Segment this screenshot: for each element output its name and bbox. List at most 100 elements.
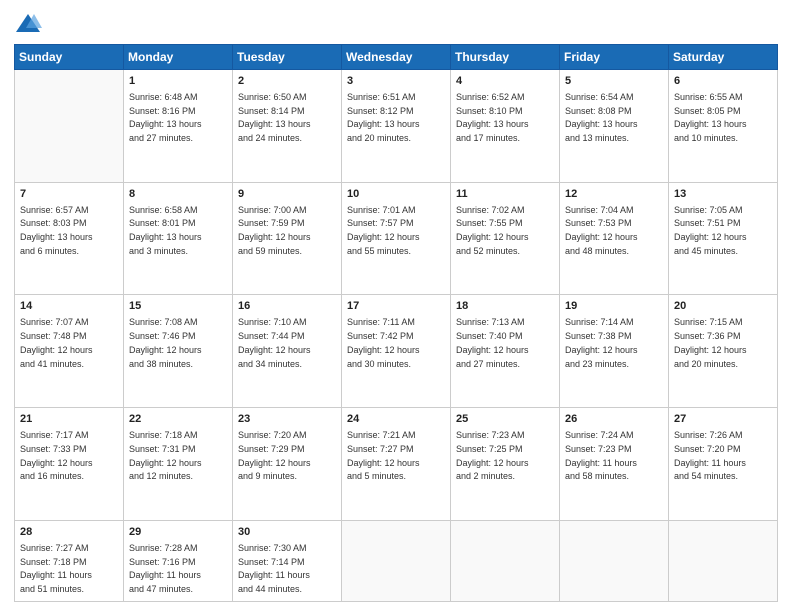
day-info: Sunrise: 7:18 AM Sunset: 7:31 PM Dayligh… [129,430,202,481]
day-info: Sunrise: 7:02 AM Sunset: 7:55 PM Dayligh… [456,205,529,256]
day-info: Sunrise: 6:51 AM Sunset: 8:12 PM Dayligh… [347,92,420,143]
week-row-1: 7Sunrise: 6:57 AM Sunset: 8:03 PM Daylig… [15,182,778,295]
day-number: 9 [238,187,336,202]
calendar-cell: 2 Sunrise: 6:50 AM Sunset: 8:14 PM Daylig… [233,70,342,183]
day-info: Sunrise: 6:50 AM Sunset: 8:14 PM Dayligh… [238,92,311,143]
logo [14,10,46,38]
day-info: Sunrise: 7:00 AM Sunset: 7:59 PM Dayligh… [238,205,311,256]
week-row-2: 14 Sunrise: 7:07 AM Sunset: 7:48 PM Dayli… [15,295,778,408]
day-number: 15 [129,299,227,314]
calendar-cell: 24Sunrise: 7:21 AM Sunset: 7:27 PM Dayli… [342,408,451,521]
weekday-header-row: SundayMondayTuesdayWednesdayThursdayFrid… [15,45,778,70]
day-info: Sunrise: 7:27 AM Sunset: 7:18 PM Dayligh… [20,543,92,594]
calendar-cell: 14 Sunrise: 7:07 AM Sunset: 7:48 PM Dayli… [15,295,124,408]
day-number: 8 [129,187,227,202]
calendar-cell: 29 Sunrise: 7:28 AM Sunset: 7:16 PM Dayli… [124,520,233,601]
day-number: 29 [129,525,227,540]
weekday-header-wednesday: Wednesday [342,45,451,70]
day-number: 21 [20,412,118,427]
calendar-cell: 16 Sunrise: 7:10 AM Sunset: 7:44 PM Dayli… [233,295,342,408]
calendar-cell: 21 Sunrise: 7:17 AM Sunset: 7:33 PM Dayli… [15,408,124,521]
day-info: Sunrise: 7:04 AM Sunset: 7:53 PM Dayligh… [565,205,638,256]
day-info: Sunrise: 7:28 AM Sunset: 7:16 PM Dayligh… [129,543,201,594]
header [14,10,778,38]
day-info: Sunrise: 7:10 AM Sunset: 7:44 PM Dayligh… [238,317,311,368]
page: SundayMondayTuesdayWednesdayThursdayFrid… [0,0,792,612]
day-info: Sunrise: 7:07 AM Sunset: 7:48 PM Dayligh… [20,317,93,368]
day-info: Sunrise: 6:54 AM Sunset: 8:08 PM Dayligh… [565,92,638,143]
day-number: 12 [565,187,663,202]
calendar-cell: 20Sunrise: 7:15 AM Sunset: 7:36 PM Dayli… [669,295,778,408]
week-row-0: 1Sunrise: 6:48 AM Sunset: 8:16 PM Daylig… [15,70,778,183]
calendar-table: SundayMondayTuesdayWednesdayThursdayFrid… [14,44,778,602]
calendar-cell [560,520,669,601]
day-number: 7 [20,187,118,202]
day-info: Sunrise: 7:21 AM Sunset: 7:27 PM Dayligh… [347,430,420,481]
weekday-header-tuesday: Tuesday [233,45,342,70]
calendar-cell: 17Sunrise: 7:11 AM Sunset: 7:42 PM Dayli… [342,295,451,408]
weekday-header-sunday: Sunday [15,45,124,70]
calendar-cell: 6Sunrise: 6:55 AM Sunset: 8:05 PM Daylig… [669,70,778,183]
day-info: Sunrise: 7:01 AM Sunset: 7:57 PM Dayligh… [347,205,420,256]
day-info: Sunrise: 7:24 AM Sunset: 7:23 PM Dayligh… [565,430,637,481]
day-info: Sunrise: 7:17 AM Sunset: 7:33 PM Dayligh… [20,430,93,481]
day-info: Sunrise: 6:55 AM Sunset: 8:05 PM Dayligh… [674,92,747,143]
day-info: Sunrise: 7:05 AM Sunset: 7:51 PM Dayligh… [674,205,747,256]
calendar-cell [451,520,560,601]
day-number: 3 [347,74,445,89]
calendar-cell: 22 Sunrise: 7:18 AM Sunset: 7:31 PM Dayli… [124,408,233,521]
day-number: 11 [456,187,554,202]
day-info: Sunrise: 7:11 AM Sunset: 7:42 PM Dayligh… [347,317,420,368]
calendar-cell: 7Sunrise: 6:57 AM Sunset: 8:03 PM Daylig… [15,182,124,295]
calendar-cell: 30 Sunrise: 7:30 AM Sunset: 7:14 PM Dayli… [233,520,342,601]
day-number: 19 [565,299,663,314]
day-number: 5 [565,74,663,89]
calendar-cell: 3 Sunrise: 6:51 AM Sunset: 8:12 PM Daylig… [342,70,451,183]
day-number: 26 [565,412,663,427]
day-number: 30 [238,525,336,540]
day-info: Sunrise: 7:13 AM Sunset: 7:40 PM Dayligh… [456,317,529,368]
calendar-cell: 25 Sunrise: 7:23 AM Sunset: 7:25 PM Dayli… [451,408,560,521]
day-number: 18 [456,299,554,314]
weekday-header-monday: Monday [124,45,233,70]
day-info: Sunrise: 7:14 AM Sunset: 7:38 PM Dayligh… [565,317,638,368]
logo-icon [14,10,42,38]
calendar-cell [669,520,778,601]
day-info: Sunrise: 7:30 AM Sunset: 7:14 PM Dayligh… [238,543,310,594]
calendar-cell: 18 Sunrise: 7:13 AM Sunset: 7:40 PM Dayli… [451,295,560,408]
calendar-cell: 8 Sunrise: 6:58 AM Sunset: 8:01 PM Daylig… [124,182,233,295]
day-number: 2 [238,74,336,89]
day-info: Sunrise: 6:52 AM Sunset: 8:10 PM Dayligh… [456,92,529,143]
calendar-cell: 27Sunrise: 7:26 AM Sunset: 7:20 PM Dayli… [669,408,778,521]
day-info: Sunrise: 7:20 AM Sunset: 7:29 PM Dayligh… [238,430,311,481]
calendar-cell: 12 Sunrise: 7:04 AM Sunset: 7:53 PM Dayli… [560,182,669,295]
day-number: 25 [456,412,554,427]
day-info: Sunrise: 7:23 AM Sunset: 7:25 PM Dayligh… [456,430,529,481]
calendar-cell: 11 Sunrise: 7:02 AM Sunset: 7:55 PM Dayli… [451,182,560,295]
weekday-header-thursday: Thursday [451,45,560,70]
calendar-cell: 26 Sunrise: 7:24 AM Sunset: 7:23 PM Dayli… [560,408,669,521]
day-info: Sunrise: 7:08 AM Sunset: 7:46 PM Dayligh… [129,317,202,368]
calendar-cell: 28Sunrise: 7:27 AM Sunset: 7:18 PM Dayli… [15,520,124,601]
day-info: Sunrise: 6:58 AM Sunset: 8:01 PM Dayligh… [129,205,202,256]
day-info: Sunrise: 7:15 AM Sunset: 7:36 PM Dayligh… [674,317,747,368]
calendar-cell: 19 Sunrise: 7:14 AM Sunset: 7:38 PM Dayli… [560,295,669,408]
calendar-cell: 15 Sunrise: 7:08 AM Sunset: 7:46 PM Dayli… [124,295,233,408]
weekday-header-friday: Friday [560,45,669,70]
day-number: 16 [238,299,336,314]
calendar-cell [342,520,451,601]
day-number: 14 [20,299,118,314]
day-number: 27 [674,412,772,427]
week-row-3: 21 Sunrise: 7:17 AM Sunset: 7:33 PM Dayli… [15,408,778,521]
day-number: 22 [129,412,227,427]
weekday-header-saturday: Saturday [669,45,778,70]
calendar-cell [15,70,124,183]
day-number: 13 [674,187,772,202]
day-info: Sunrise: 6:48 AM Sunset: 8:16 PM Dayligh… [129,92,202,143]
day-number: 10 [347,187,445,202]
calendar-cell: 23 Sunrise: 7:20 AM Sunset: 7:29 PM Dayli… [233,408,342,521]
calendar-cell: 1Sunrise: 6:48 AM Sunset: 8:16 PM Daylig… [124,70,233,183]
calendar-cell: 5 Sunrise: 6:54 AM Sunset: 8:08 PM Daylig… [560,70,669,183]
day-number: 4 [456,74,554,89]
day-number: 23 [238,412,336,427]
